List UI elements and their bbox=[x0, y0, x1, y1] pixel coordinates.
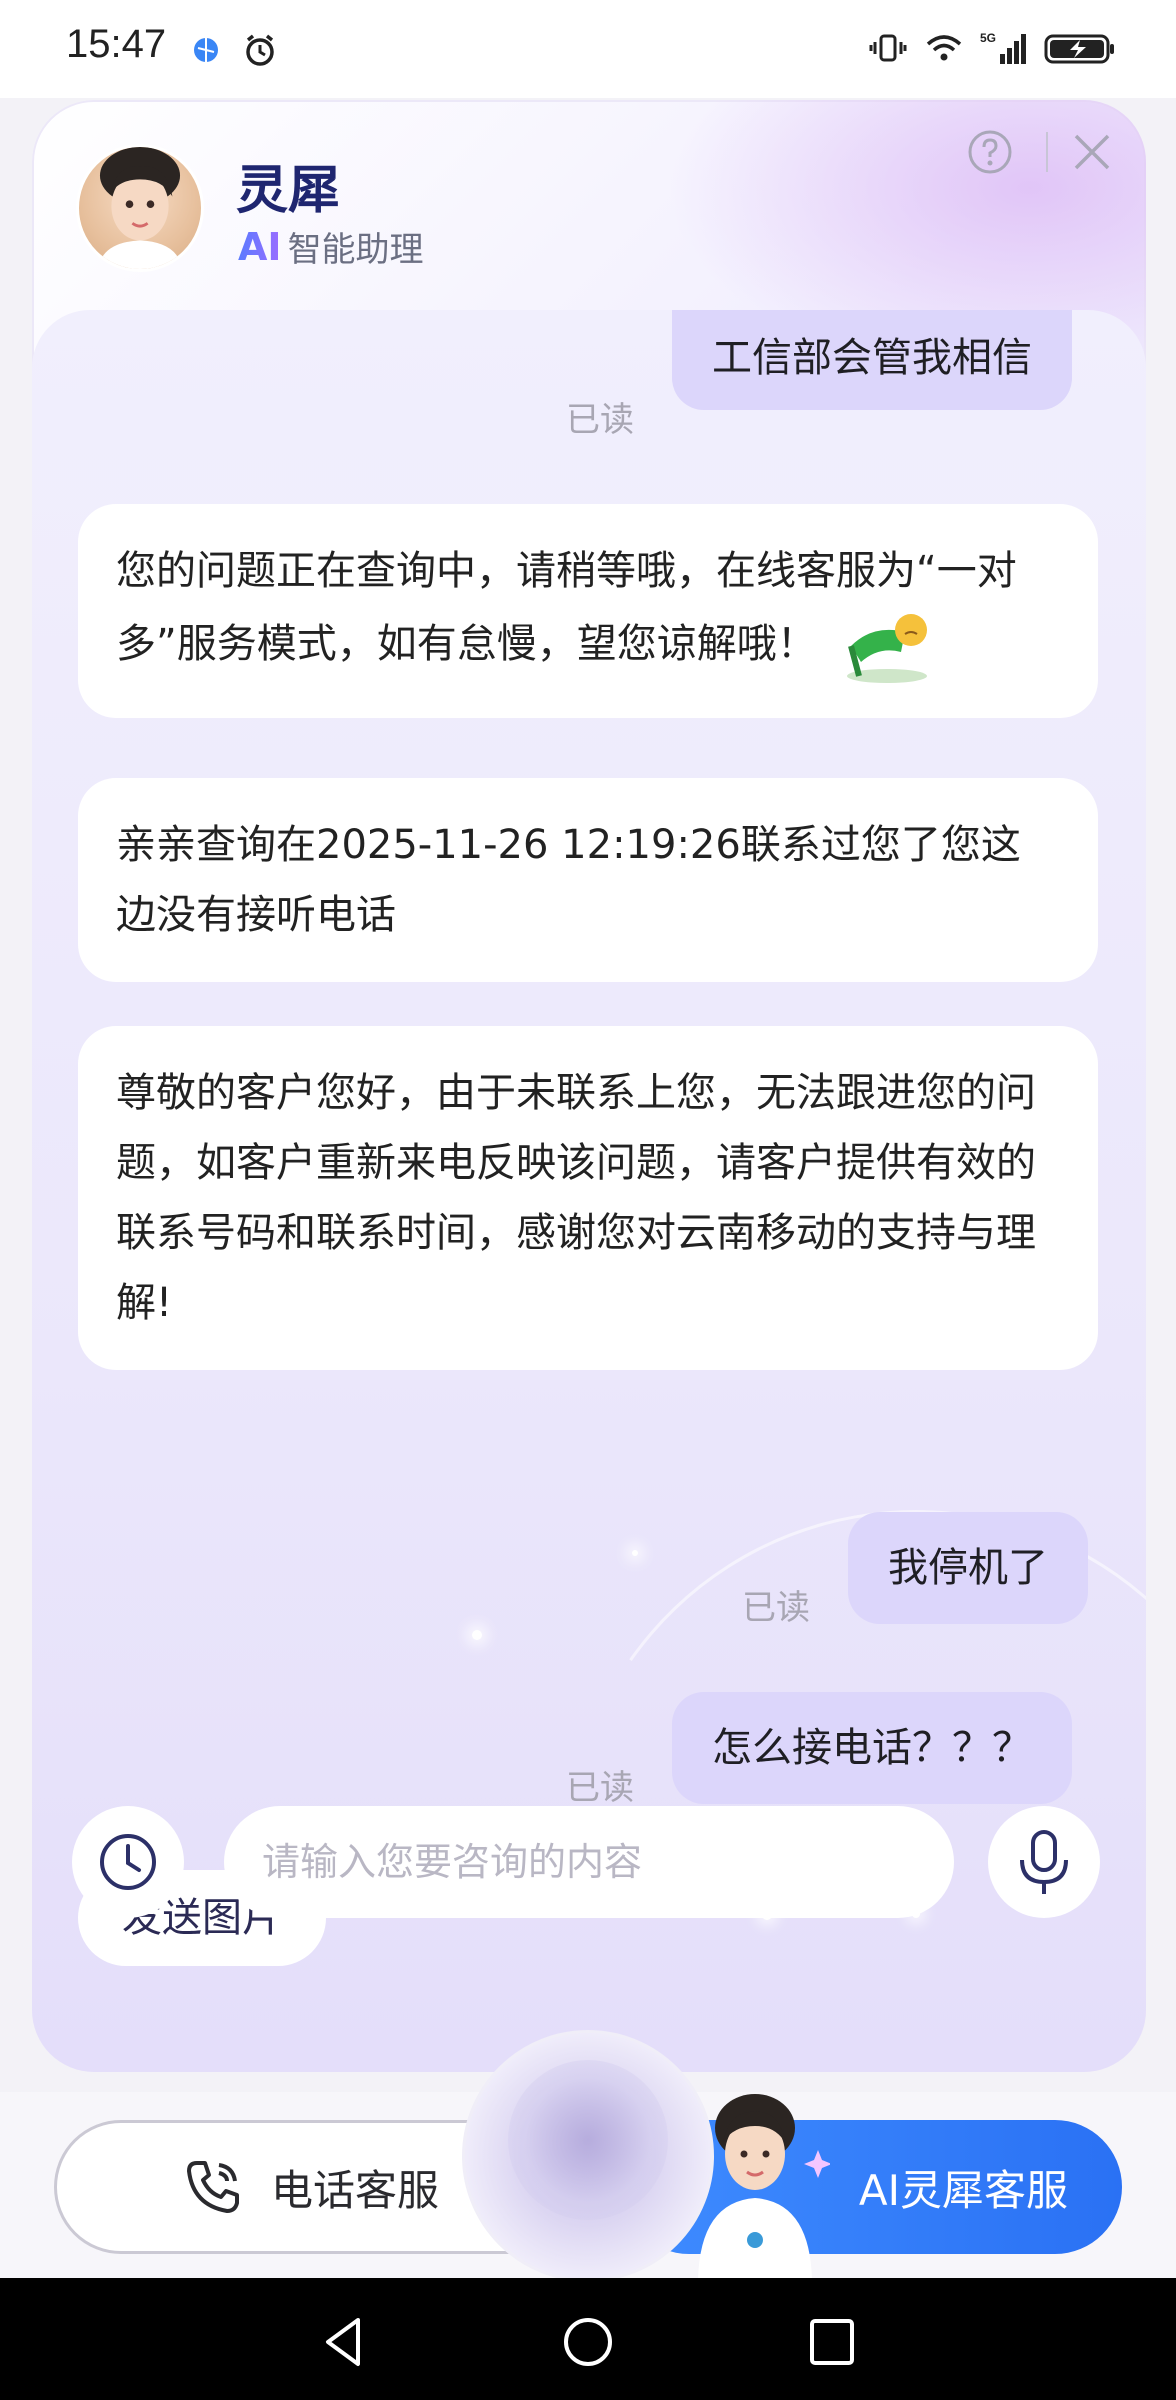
user-message: 怎么接电话？？？ bbox=[672, 1692, 1072, 1804]
user-message: 我停机了 bbox=[848, 1512, 1088, 1624]
assistant-name: 灵犀 bbox=[236, 161, 341, 221]
battery-charging-icon bbox=[1044, 34, 1114, 64]
home-icon[interactable] bbox=[558, 2314, 618, 2370]
phone-service-label: 电话客服 bbox=[271, 2165, 440, 2215]
alarm-icon bbox=[246, 34, 274, 66]
clock-icon bbox=[100, 1834, 156, 1890]
assistant-avatar bbox=[76, 144, 204, 272]
read-status: 已读 bbox=[742, 1588, 810, 1628]
history-button[interactable] bbox=[72, 1806, 184, 1918]
bot-message: 尊敬的客户您好，由于未联系上您，无法跟进您的问题，如客户重新来电反映该问题，请客… bbox=[78, 1026, 1098, 1370]
bot-message: 您的问题正在查询中，请稍等哦，在线客服为“一对多”服务模式，如有怠慢，望您谅解哦… bbox=[78, 504, 1098, 718]
status-bar: 15:47 5G bbox=[0, 0, 1176, 98]
assistant-subtitle-text: 智能助理 bbox=[287, 230, 424, 270]
phone-icon bbox=[187, 2161, 239, 2213]
ai-assistant-figure bbox=[698, 2094, 830, 2280]
read-status: 已读 bbox=[566, 1768, 634, 1808]
bot-message: 亲亲查询在2025-11-26 12:19:26联系过您了您这边没有接听电话 bbox=[78, 778, 1098, 982]
read-status: 已读 bbox=[566, 400, 634, 440]
assistant-subtitle: AI 智能助理 bbox=[238, 222, 424, 271]
close-icon[interactable] bbox=[1068, 128, 1116, 176]
5g-signal-icon: 5G bbox=[980, 31, 1026, 64]
microphone-icon bbox=[1020, 1830, 1068, 1894]
chat-header: 灵犀 AI 智能助理 bbox=[32, 100, 1146, 310]
header-divider bbox=[1046, 132, 1048, 172]
recents-icon[interactable] bbox=[802, 2314, 862, 2370]
message-input[interactable] bbox=[224, 1806, 954, 1918]
system-navigation-bar bbox=[0, 2278, 1176, 2400]
ai-service-label: AI灵犀客服 bbox=[858, 2165, 1068, 2215]
ai-badge: AI bbox=[238, 224, 282, 269]
back-icon[interactable] bbox=[314, 2314, 374, 2370]
wifi-icon bbox=[926, 35, 962, 61]
browser-icon bbox=[194, 38, 218, 62]
vibrate-icon bbox=[869, 34, 907, 62]
chat-panel: 灵犀 AI 智能助理 已读 工信部会管我相信 您的问题正在查询中，请稍等哦，在线… bbox=[32, 100, 1146, 2072]
help-icon[interactable] bbox=[966, 128, 1014, 176]
sorry-emoji-icon bbox=[847, 614, 928, 683]
status-time: 15:47 bbox=[66, 22, 167, 66]
orb-glow bbox=[508, 2060, 668, 2220]
svg-text:5G: 5G bbox=[980, 31, 996, 45]
user-message: 工信部会管我相信 bbox=[672, 310, 1072, 410]
voice-input-button[interactable] bbox=[988, 1806, 1100, 1918]
